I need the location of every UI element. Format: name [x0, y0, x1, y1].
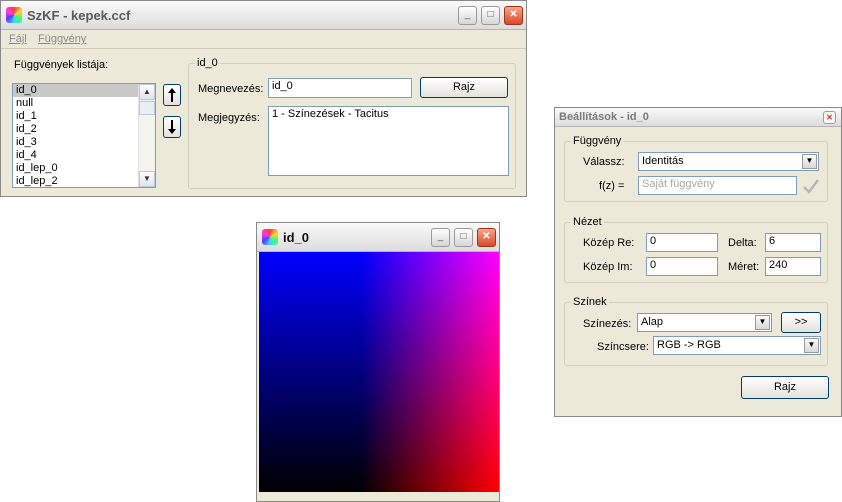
scroll-up-icon[interactable]: ▲	[139, 84, 155, 100]
center-re-label: Közép Re:	[583, 237, 635, 249]
chevron-down-icon[interactable]: ▼	[755, 315, 770, 330]
image-window-title: id_0	[283, 230, 310, 245]
menubar: Fájl Függvény	[1, 30, 526, 49]
view-group-title: Nézet	[573, 216, 602, 228]
gradient-bottom	[259, 252, 499, 492]
maximize-button[interactable]: □	[454, 228, 473, 247]
fz-label: f(z) =	[599, 180, 625, 192]
close-button[interactable]: ✕	[823, 111, 836, 124]
close-button[interactable]: ✕	[504, 6, 523, 25]
center-im-field[interactable]: 0	[646, 257, 718, 276]
draw-button[interactable]: Rajz	[420, 77, 508, 98]
settings-titlebar[interactable]: Beállítások - id_0 ✕	[555, 108, 841, 127]
menu-file[interactable]: Fájl	[9, 33, 27, 45]
coloring-label: Színezés:	[583, 318, 632, 330]
minimize-button[interactable]: _	[458, 6, 477, 25]
function-select[interactable]: Identitás ▼	[638, 152, 819, 171]
list-item[interactable]: id_lep_2	[13, 175, 155, 187]
center-im-label: Közép Im:	[583, 261, 633, 273]
scroll-thumb[interactable]	[139, 101, 155, 115]
group-title: id_0	[197, 57, 218, 69]
name-field[interactable]: id_0	[268, 78, 412, 98]
color-swap-label: Színcsere:	[597, 341, 649, 353]
settings-window: Beállítások - id_0 ✕ Függvény Válassz: I…	[554, 107, 842, 417]
move-up-button[interactable]	[163, 84, 181, 106]
settings-draw-button[interactable]: Rajz	[741, 376, 829, 399]
function-image-canvas[interactable]	[259, 252, 499, 492]
function-select-value: Identitás	[642, 155, 684, 167]
list-item[interactable]: id_4	[13, 149, 155, 162]
choose-label: Válassz:	[583, 156, 625, 168]
minimize-button[interactable]: _	[431, 228, 450, 247]
image-window: id_0 _ □ ✕	[256, 222, 500, 502]
colors-group-title: Színek	[573, 296, 607, 308]
list-item[interactable]: id_lep_0	[13, 162, 155, 175]
arrow-down-icon	[168, 120, 176, 134]
main-window-title: SzKF - kepek.ccf	[27, 8, 131, 23]
chevron-down-icon[interactable]: ▼	[802, 154, 817, 169]
main-window: SzKF - kepek.ccf _ □ ✕ Fájl Függvény Füg…	[0, 0, 527, 197]
note-textarea[interactable]: 1 - Színezések - Tacitus	[268, 106, 509, 176]
check-icon[interactable]	[802, 178, 820, 194]
list-item[interactable]: id_2	[13, 123, 155, 136]
delta-field[interactable]: 6	[765, 233, 821, 252]
app-icon	[262, 229, 278, 245]
color-swap-select-value: RGB -> RGB	[657, 339, 721, 351]
size-label: Méret:	[728, 261, 760, 273]
function-list-label: Függvények listája:	[14, 59, 109, 71]
main-titlebar[interactable]: SzKF - kepek.ccf _ □ ✕	[1, 1, 526, 30]
function-group-title: Függvény	[573, 135, 622, 147]
color-swap-select[interactable]: RGB -> RGB ▼	[653, 336, 821, 355]
chevron-down-icon[interactable]: ▼	[804, 338, 819, 353]
size-field[interactable]: 240	[765, 257, 821, 276]
coloring-select-value: Alap	[641, 316, 664, 328]
note-label: Megjegyzés:	[198, 112, 260, 124]
app-icon	[6, 7, 22, 23]
list-item[interactable]: null	[13, 97, 155, 110]
more-colors-button[interactable]: >>	[781, 312, 821, 333]
menu-function[interactable]: Függvény	[38, 33, 86, 45]
close-button[interactable]: ✕	[477, 228, 496, 247]
function-list[interactable]: id_0 null id_1 id_2 id_3 id_4 id_lep_0 i…	[12, 83, 156, 188]
center-re-field[interactable]: 0	[646, 233, 718, 252]
scroll-down-icon[interactable]: ▼	[139, 171, 155, 187]
custom-function-field[interactable]: Saját függvény	[638, 176, 797, 195]
maximize-button[interactable]: □	[481, 6, 500, 25]
arrow-up-icon	[168, 88, 176, 102]
list-scrollbar[interactable]: ▲ ▼	[138, 84, 155, 187]
name-label: Megnevezés:	[198, 83, 264, 95]
list-item[interactable]: id_0	[13, 84, 155, 97]
image-titlebar[interactable]: id_0 _ □ ✕	[257, 223, 499, 252]
delta-label: Delta:	[728, 237, 757, 249]
settings-window-title: Beállítások - id_0	[559, 111, 649, 123]
list-item[interactable]: id_1	[13, 110, 155, 123]
move-down-button[interactable]	[163, 116, 181, 138]
list-item[interactable]: id_3	[13, 136, 155, 149]
coloring-select[interactable]: Alap ▼	[637, 313, 772, 332]
